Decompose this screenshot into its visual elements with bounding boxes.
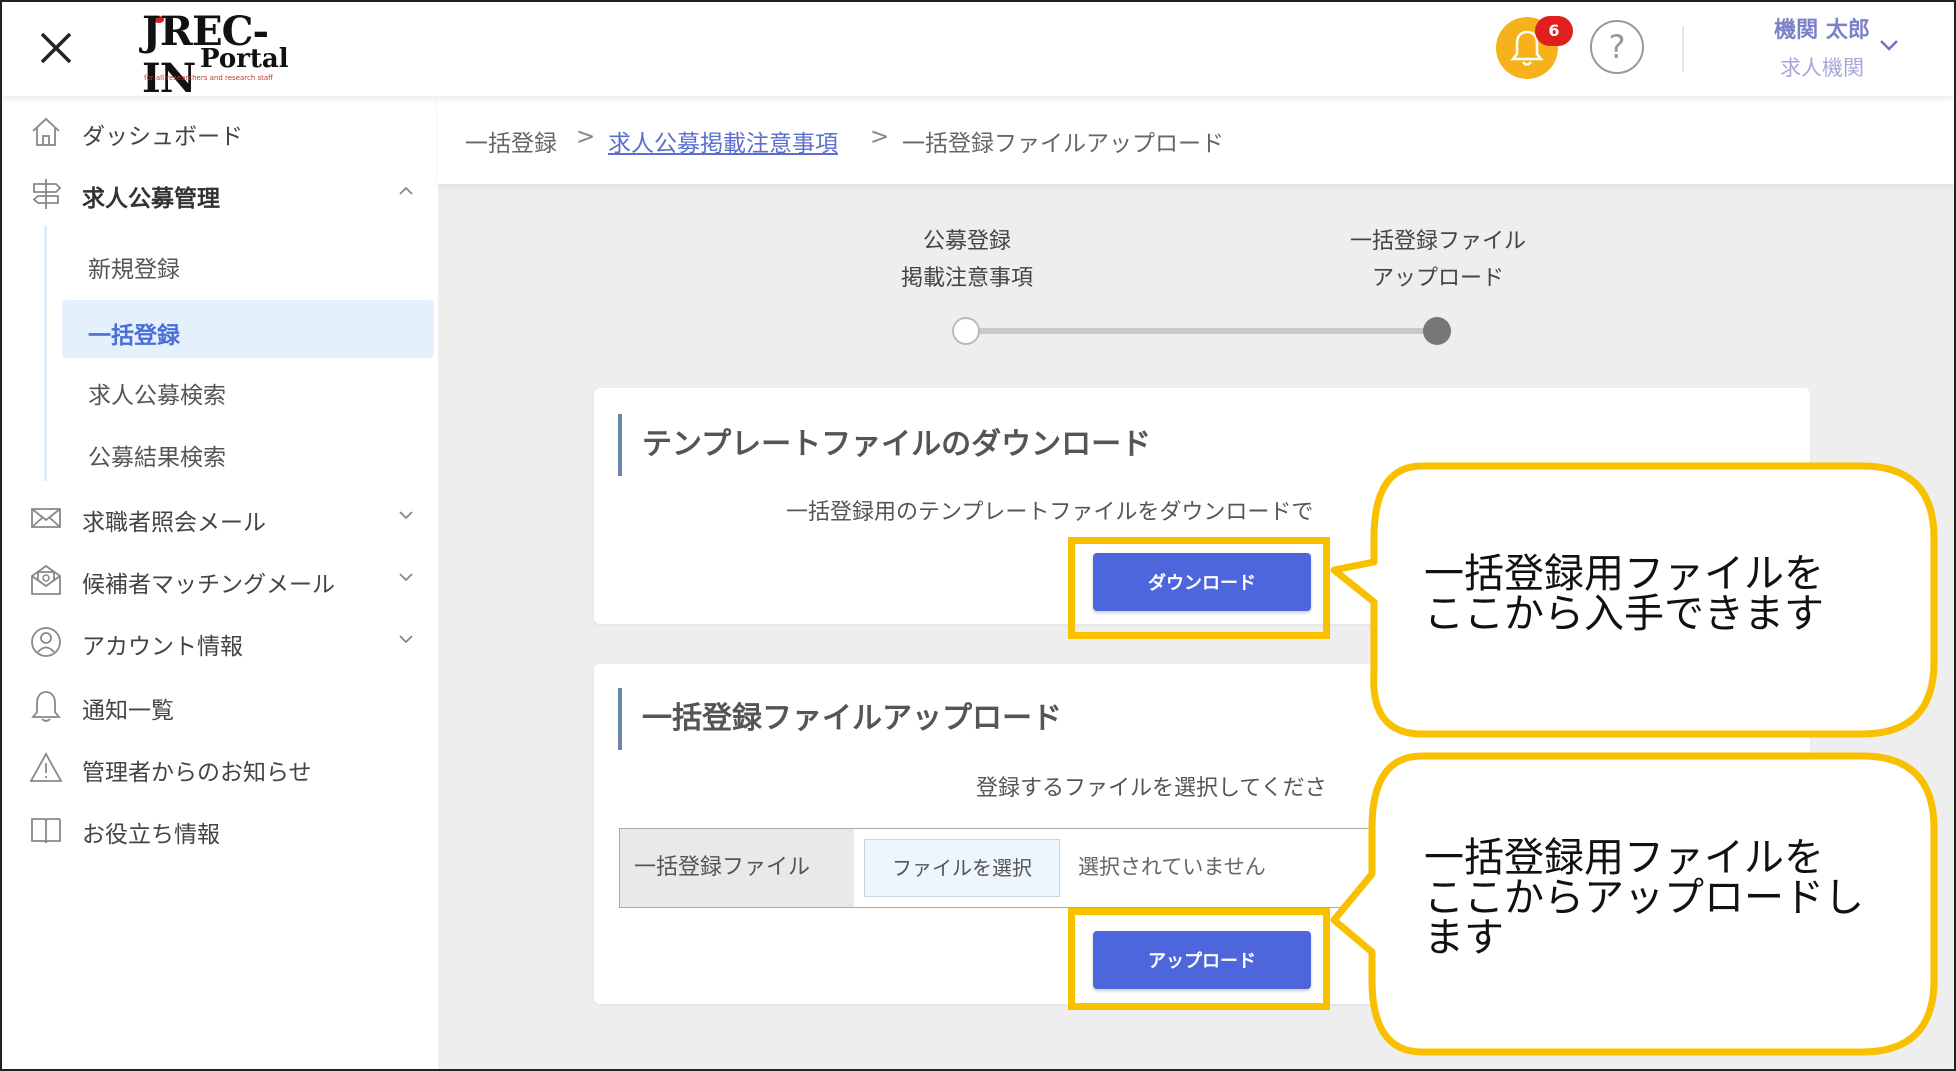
sidebar-item-notifications[interactable]: 通知一覧 bbox=[2, 680, 438, 730]
sidebar-item-job-management[interactable]: 求人公募管理 bbox=[2, 168, 438, 218]
step-2-line2: アップロード bbox=[1371, 266, 1504, 291]
chevron-down-icon[interactable] bbox=[1878, 38, 1900, 52]
chevron-down-icon bbox=[399, 573, 413, 582]
step-1-line2: 掲載注意事項 bbox=[900, 266, 1033, 291]
sidebar-item-label: お役立ち情報 bbox=[82, 822, 220, 848]
book-icon bbox=[31, 818, 61, 844]
breadcrumb-separator: > bbox=[870, 124, 890, 150]
download-button[interactable]: ダウンロード bbox=[1093, 553, 1311, 611]
chevron-down-icon bbox=[399, 635, 413, 644]
step-1-dot bbox=[952, 317, 980, 345]
jrec-in-logo[interactable]: JREC-IN Portal for all researchers and r… bbox=[142, 8, 317, 102]
signpost-icon bbox=[32, 179, 62, 209]
step-2-dot-active bbox=[1423, 317, 1451, 345]
callout-download-line2: ここから入手できます bbox=[1424, 591, 1824, 637]
app-window: JREC-IN Portal for all researchers and r… bbox=[0, 0, 1956, 1071]
choose-file-button[interactable]: ファイルを選択 bbox=[864, 839, 1060, 897]
sidebar-subitem-label: 一括登録 bbox=[88, 323, 180, 349]
logo-subtext: Portal bbox=[200, 44, 289, 74]
envelope-icon bbox=[31, 508, 61, 528]
step-progress-track bbox=[962, 328, 1438, 334]
sidebar-subitem-label: 公募結果検索 bbox=[88, 445, 226, 471]
sidebar-item-candidate-matching-mail[interactable]: 候補者マッチングメール bbox=[2, 554, 438, 604]
callout-upload-line3: ます bbox=[1424, 915, 1504, 961]
notification-count-badge: 6 bbox=[1535, 16, 1573, 46]
breadcrumb-link-notes[interactable]: 求人公募掲載注意事項 bbox=[608, 124, 838, 158]
upload-card-title: 一括登録ファイルアップロード bbox=[618, 688, 1062, 750]
sidebar: ダッシュボード 求人公募管理 新規登録 一括登録 求人公募検索 公募結果検索 求… bbox=[2, 96, 438, 1069]
callout-upload-text: 一括登録用ファイルを ここからアップロードし ます bbox=[1424, 838, 1864, 958]
chevron-up-icon bbox=[399, 186, 413, 195]
home-icon bbox=[32, 117, 60, 146]
callout-download-line1: 一括登録用ファイルを bbox=[1424, 551, 1824, 597]
close-menu-icon[interactable] bbox=[32, 24, 80, 72]
breadcrumb: 一括登録 > 求人公募掲載注意事項 > 一括登録ファイルアップロード bbox=[438, 96, 1954, 184]
step-2-label: 一括登録ファイル アップロード bbox=[1328, 223, 1548, 297]
help-icon[interactable]: ? bbox=[1590, 20, 1644, 74]
warning-icon bbox=[29, 752, 63, 782]
sidebar-subitem-label: 求人公募検索 bbox=[88, 383, 226, 409]
breadcrumb-item-bulk: 一括登録 bbox=[465, 131, 557, 157]
step-1-line1: 公募登録 bbox=[922, 229, 1011, 254]
callout-upload-line2: ここからアップロードし bbox=[1424, 875, 1864, 921]
logo-tagline: for all researchers and research staff bbox=[144, 74, 274, 82]
user-circle-icon bbox=[31, 627, 61, 657]
file-input[interactable]: ファイルを選択 選択されていません bbox=[854, 828, 1374, 908]
callout-upload-line1: 一括登録用ファイルを bbox=[1424, 835, 1824, 881]
upload-card-text: 登録するファイルを選択してくださ bbox=[976, 776, 1327, 801]
sidebar-item-account-info[interactable]: アカウント情報 bbox=[2, 616, 438, 666]
upload-button[interactable]: アップロード bbox=[1093, 931, 1311, 989]
sidebar-item-label: 通知一覧 bbox=[82, 698, 174, 724]
sidebar-item-label: 求人公募管理 bbox=[82, 186, 220, 212]
chevron-down-icon bbox=[399, 511, 413, 520]
sidebar-item-label: ダッシュボード bbox=[82, 124, 243, 150]
file-field-label: 一括登録ファイル bbox=[619, 828, 855, 908]
download-card-title: テンプレートファイルのダウンロード bbox=[618, 414, 1151, 476]
step-2-line1: 一括登録ファイル bbox=[1349, 229, 1526, 254]
sidebar-subitem-job-search[interactable]: 求人公募検索 bbox=[62, 360, 434, 418]
breadcrumb-current: 一括登録ファイルアップロード bbox=[902, 131, 1224, 157]
sidebar-item-label: 求職者照会メール bbox=[82, 510, 266, 536]
sidebar-item-seeker-inquiry-mail[interactable]: 求職者照会メール bbox=[2, 492, 438, 542]
top-header: JREC-IN Portal for all researchers and r… bbox=[2, 2, 1954, 102]
submenu-guide-line bbox=[44, 226, 47, 481]
download-card-text: 一括登録用のテンプレートファイルをダウンロードで bbox=[786, 500, 1314, 525]
sidebar-subitem-bulk-registration[interactable]: 一括登録 bbox=[62, 300, 434, 358]
sidebar-item-label: 候補者マッチングメール bbox=[82, 572, 335, 598]
user-org: 求人機関 bbox=[1780, 56, 1864, 80]
header-divider bbox=[1682, 26, 1684, 72]
sidebar-item-label: 管理者からのお知らせ bbox=[82, 760, 312, 786]
sidebar-item-dashboard[interactable]: ダッシュボード bbox=[2, 106, 438, 156]
sidebar-item-useful-info[interactable]: お役立ち情報 bbox=[2, 804, 438, 854]
mail-open-icon bbox=[31, 564, 61, 595]
callout-download-text: 一括登録用ファイルを ここから入手できます bbox=[1424, 554, 1824, 634]
sidebar-item-admin-notices[interactable]: 管理者からのお知らせ bbox=[2, 742, 438, 792]
bell-icon bbox=[31, 691, 61, 722]
step-1-label: 公募登録 掲載注意事項 bbox=[882, 223, 1052, 297]
sidebar-subitem-label: 新規登録 bbox=[88, 257, 180, 283]
file-status-text: 選択されていません bbox=[1078, 855, 1266, 879]
sidebar-subitem-result-search[interactable]: 公募結果検索 bbox=[62, 422, 434, 480]
sidebar-item-label: アカウント情報 bbox=[82, 634, 243, 660]
breadcrumb-separator: > bbox=[576, 124, 596, 150]
sidebar-subitem-new-registration[interactable]: 新規登録 bbox=[62, 234, 434, 292]
